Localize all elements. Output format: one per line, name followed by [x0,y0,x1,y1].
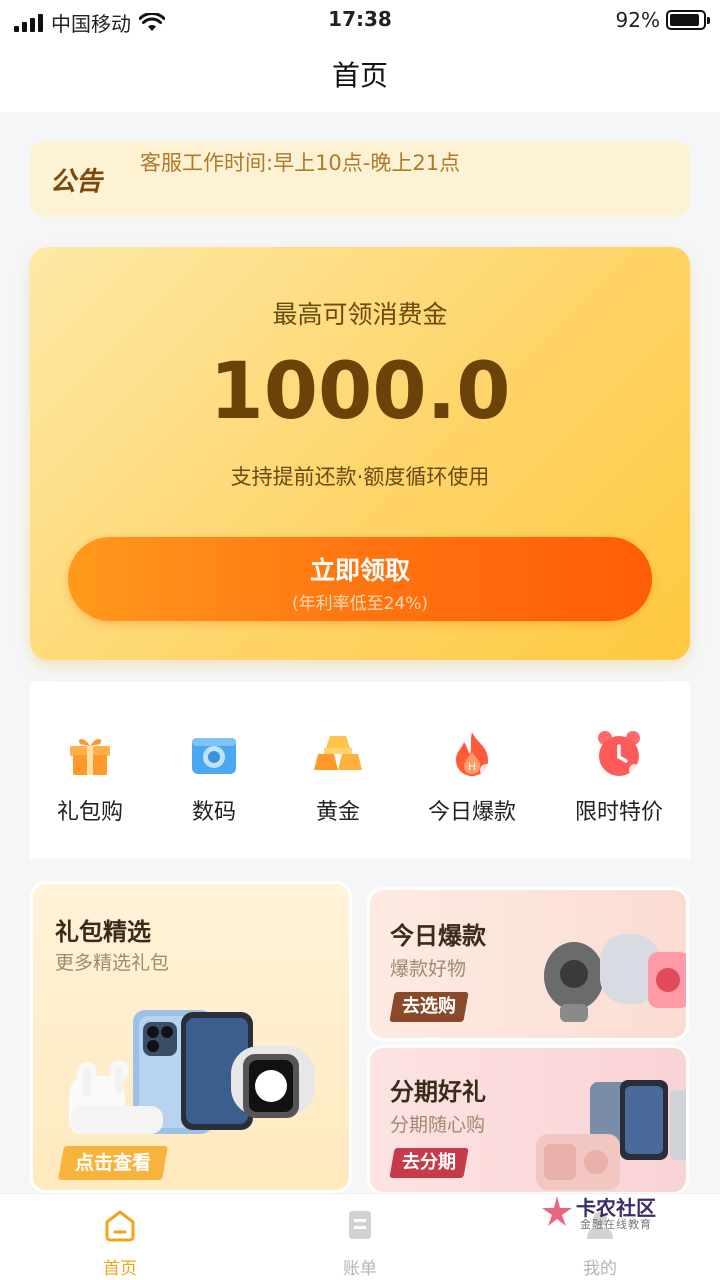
tab-label: 我的 [583,1259,617,1279]
page-title: 首页 [331,59,388,92]
notice-banner[interactable]: 公告 客服工作时间:早上10点-晚上21点 [30,141,690,217]
category-label: 黄金 [315,800,360,825]
category-gift[interactable]: 礼包购 [25,728,155,826]
notice-text: 客服工作时间:早上10点-晚上21点 [140,151,461,175]
category-gold[interactable]: 黄金 [273,728,403,826]
promo-subtitle: 分期随心购 [390,1114,486,1136]
promo-title: 分期好礼 [390,1078,486,1106]
phones-radio-illustration [536,1080,686,1190]
watermark-subtitle: 金融在线教育 [580,1218,652,1231]
shop-hot-button[interactable]: 去选购 [389,992,469,1022]
tab-bill[interactable]: 账单 [300,1208,420,1279]
category-row: 礼包购 数码 黄金 H 今日爆款 限时特价 [30,682,690,859]
gold-bar-icon [314,736,362,770]
home-icon [105,1210,135,1242]
claim-button-rate: (年利率低至24%) [291,594,429,614]
promo-gift-packs[interactable]: 礼包精选 更多精选礼包 点击查看 [30,881,352,1193]
category-digital[interactable]: 数码 [149,728,279,826]
credit-description: 支持提前还款·额度循环使用 [230,465,490,489]
status-right: 92% [615,8,710,32]
nav-bar: 首页 [0,40,720,112]
category-label: 礼包购 [56,800,123,825]
battery-icon [666,10,710,30]
promo-subtitle: 爆款好物 [390,958,467,980]
claim-button[interactable]: 立即领取 (年利率低至24%) [68,537,652,621]
promo-hot-today[interactable]: 今日爆款 爆款好物 去选购 [367,887,689,1041]
speakers-illustration [544,934,686,1022]
category-limited-sale[interactable]: 限时特价 [554,728,684,826]
view-gift-button[interactable]: 点击查看 [58,1146,169,1180]
promo-installment[interactable]: 分期好礼 分期随心购 去分期 [367,1045,689,1195]
camera-icon [192,738,236,774]
watermark-logo-icon [542,1196,572,1226]
credit-amount: 1000.0 [209,347,511,437]
bill-icon [349,1211,371,1239]
claim-button-label: 立即领取 [309,556,410,585]
notice-tag: 公告 [50,167,103,197]
category-hot-today[interactable]: H 今日爆款 [407,728,537,826]
promo-title: 礼包精选 [55,918,151,946]
svg-text:H: H [468,761,476,773]
installment-button[interactable]: 去分期 [389,1148,469,1178]
alarm-clock-icon [598,731,641,776]
clock: 17:38 [328,7,392,31]
status-bar: 中国移动 17:38 92% [0,0,720,40]
phones-earbuds-watch-illustration [69,1010,315,1134]
watermark: 卡农社区 金融在线教育 [540,1192,680,1232]
tab-home[interactable]: 首页 [60,1208,180,1279]
tab-label: 账单 [343,1259,377,1279]
tab-label: 首页 [103,1259,137,1279]
category-label: 数码 [191,800,236,825]
gift-icon [70,739,110,775]
promo-subtitle: 更多精选礼包 [55,952,170,974]
credit-label: 最高可领消费金 [272,300,448,329]
fire-icon: H [456,732,492,776]
credit-offer-card: 最高可领消费金 1000.0 支持提前还款·额度循环使用 立即领取 (年利率低至… [30,247,690,660]
promo-title: 今日爆款 [390,922,486,950]
category-label: 今日爆款 [427,800,516,825]
category-label: 限时特价 [574,800,663,825]
battery-percent: 92% [615,8,660,32]
